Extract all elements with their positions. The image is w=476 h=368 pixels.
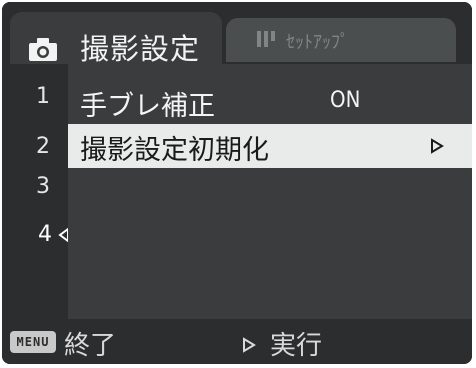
tab-shooting-settings-label: 撮影設定	[80, 32, 201, 66]
tab-shooting-settings[interactable]: 撮影設定	[10, 12, 222, 66]
menu-item-label: 撮影設定初期化	[80, 135, 269, 166]
camera-icon	[29, 38, 57, 61]
menu-button-icon[interactable]: MENU	[10, 331, 56, 353]
page-number-2[interactable]: 2	[36, 134, 58, 170]
exit-label: 終了	[64, 331, 117, 361]
tab-bar: 撮影設定 ｾｯﾄｱｯﾌﾟ	[2, 2, 472, 66]
page-number-3[interactable]: 3	[36, 174, 58, 210]
menu-panel: 手ブレ補正 ON 撮影設定初期化	[68, 64, 472, 319]
tab-setup[interactable]: ｾｯﾄｱｯﾌﾟ	[226, 18, 456, 62]
page-number-4: 4	[38, 222, 52, 247]
setup-icon	[257, 31, 275, 47]
menu-item-image-stabilization[interactable]: 手ブレ補正 ON	[68, 80, 472, 124]
play-right-icon	[431, 138, 444, 154]
menu-item-value: ON	[330, 88, 361, 113]
tab-setup-label: ｾｯﾄｱｯﾌﾟ	[286, 32, 349, 53]
page-number-1[interactable]: 1	[36, 84, 58, 120]
menu-item-label: 手ブレ補正	[80, 91, 215, 122]
play-right-icon	[243, 337, 256, 353]
bottom-bar: MENU 終了 実行	[2, 319, 472, 364]
camera-menu-screen: 撮影設定 ｾｯﾄｱｯﾌﾟ 1 2 3 4 手ブレ補正 ON 撮影設定初期化 ME…	[2, 2, 472, 364]
execute-label: 実行	[270, 331, 323, 361]
page-sidebar: 1 2 3 4	[2, 64, 69, 319]
menu-item-reset-settings[interactable]: 撮影設定初期化	[68, 124, 472, 168]
